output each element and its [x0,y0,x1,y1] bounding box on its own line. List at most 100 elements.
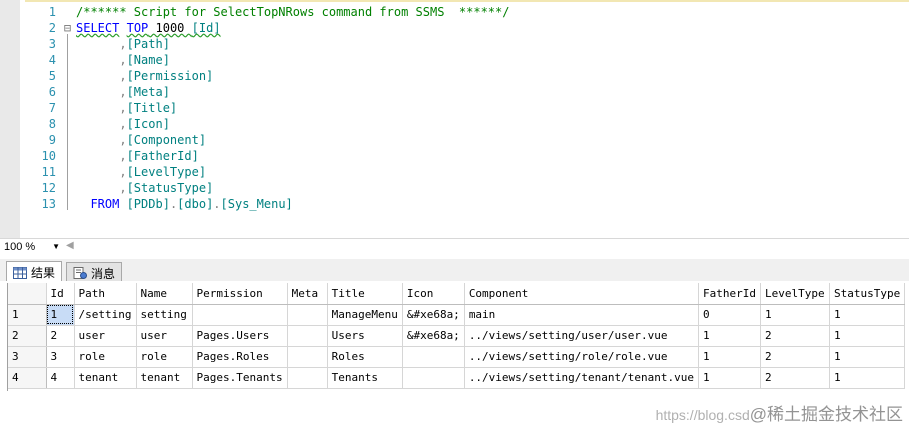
code-text: ,[Icon] [76,116,170,132]
grid-cell[interactable]: &#xe68a; [402,325,465,347]
grid-cell[interactable]: ../views/setting/role/role.vue [464,346,699,368]
tab-results-label: 结果 [31,266,56,280]
grid-cell[interactable]: ManageMenu [327,304,403,326]
chevron-down-icon[interactable]: ▼ [52,240,60,254]
code-line[interactable]: 6 ,[Meta] [0,84,909,100]
grid-cell[interactable]: 2 [760,325,830,347]
column-header[interactable]: LevelType [760,283,830,305]
grid-cell[interactable]: 1 [829,367,906,389]
code-token: [StatusType] [126,181,214,195]
code-line[interactable]: 10 ,[FatherId] [0,148,909,164]
grid-cell[interactable]: 1 [698,325,761,347]
grid-cell[interactable]: user [136,325,193,347]
code-text: ,[Title] [76,100,177,116]
code-token: , [76,101,127,115]
grid-cell[interactable]: Tenants [327,367,403,389]
code-token: , [76,69,127,83]
grid-cell[interactable]: 2 [760,367,830,389]
watermark-url: https://blog.csd [655,407,750,423]
grid-cell[interactable]: setting [136,304,193,326]
grid-cell[interactable]: /setting [74,304,137,326]
column-header[interactable]: Component [464,283,699,305]
code-line[interactable]: 3 ,[Path] [0,36,909,52]
grid-cell[interactable]: tenant [136,367,193,389]
grid-cell[interactable] [402,346,465,368]
results-grid[interactable]: Id Path Name Permission Meta Title Icon Compone… [7,283,909,391]
collapse-toggle-icon[interactable]: ⊟ [62,20,73,36]
grid-cell[interactable]: user [74,325,137,347]
grid-cell[interactable]: 1 [829,304,906,326]
code-token: , [76,85,127,99]
table-row[interactable]: 1 1/setting setting ManageMenu &#xe68a; main 0… [8,304,906,326]
code-line[interactable]: 5 ,[Permission] [0,68,909,84]
zoom-dropdown[interactable]: 100 % ▼ [4,240,62,254]
grid-cell[interactable]: main [464,304,699,326]
grid-cell[interactable]: Users [327,325,403,347]
grid-cell[interactable]: 4 [46,367,75,389]
code-line[interactable]: 7 ,[Title] [0,100,909,116]
sql-editor[interactable]: 1 /****** Script for SelectTopNRows comma… [0,0,909,238]
code-line[interactable]: 1 /****** Script for SelectTopNRows comma… [0,4,909,20]
column-header[interactable]: Permission [192,283,288,305]
table-row[interactable]: 3 3 role role Pages.Roles Roles ../views/setti… [8,346,906,368]
grid-cell[interactable]: &#xe68a; [402,304,465,326]
line-number: 5 [48,69,56,83]
code-line[interactable]: 8 ,[Icon] [0,116,909,132]
grid-cell[interactable]: 1 [46,304,75,326]
column-header[interactable]: Path [74,283,137,305]
code-line[interactable]: 4 ,[Name] [0,52,909,68]
grid-cell[interactable]: 1 [760,304,830,326]
tab-messages[interactable]: 消息 [66,262,123,281]
row-number[interactable]: 1 [8,304,47,326]
grid-cell[interactable]: 2 [760,346,830,368]
code-token: [Title] [126,101,178,115]
column-header[interactable]: FatherId [698,283,761,305]
grid-cell[interactable] [192,304,288,326]
grid-cell[interactable]: Pages.Roles [192,346,288,368]
line-number: 9 [48,133,56,147]
grid-cell[interactable]: 2 [46,325,75,347]
code-token: [Path] [126,37,170,51]
grid-cell[interactable]: tenant [74,367,137,389]
grid-cell[interactable] [402,367,465,389]
code-line[interactable]: 12 ,[StatusType] [0,180,909,196]
code-line[interactable]: 11 ,[LevelType] [0,164,909,180]
row-number[interactable]: 3 [8,346,47,368]
grid-cell[interactable] [287,367,328,389]
grid-body: 1 1/setting setting ManageMenu &#xe68a; main 0… [8,304,906,389]
code-line[interactable]: 13 FROM [PDDb].[dbo].[Sys_Menu] [0,196,909,212]
table-row[interactable]: 2 2 user user Pages.Users Users &#xe68a; ../vie… [8,325,906,347]
column-header[interactable]: Meta [287,283,328,305]
scroll-left-icon[interactable]: ◀ [66,240,74,251]
row-number[interactable]: 2 [8,325,47,347]
column-header[interactable]: Name [136,283,193,305]
grid-cell[interactable]: Pages.Tenants [192,367,288,389]
grid-cell[interactable]: 1 [829,325,906,347]
tab-results[interactable]: 结果 [6,261,63,281]
grid-cell[interactable]: Roles [327,346,403,368]
table-row[interactable]: 4 4 tenant tenant Pages.Tenants Tenants ../vie… [8,367,906,389]
grid-cell[interactable]: role [136,346,193,368]
code-line[interactable]: 2 ⊟ SELECT TOP 1000 [Id] [0,20,909,36]
line-number: 2 [48,21,56,35]
code-line[interactable]: 9 ,[Component] [0,132,909,148]
column-header[interactable]: Id [46,283,75,305]
grid-cell[interactable]: ../views/setting/user/user.vue [464,325,699,347]
grid-cell[interactable] [287,304,328,326]
row-number[interactable]: 4 [8,367,47,389]
grid-cell[interactable]: 1 [829,346,906,368]
grid-cell[interactable]: ../views/setting/tenant/tenant.vue [464,367,699,389]
grid-cell[interactable]: 1 [698,346,761,368]
grid-cell[interactable]: 3 [46,346,75,368]
grid-cell[interactable]: role [74,346,137,368]
grid-cell[interactable] [287,325,328,347]
editor-top-border [0,0,909,2]
grid-cell[interactable] [287,346,328,368]
column-header[interactable]: Icon [402,283,465,305]
grid-cell[interactable]: 1 [698,367,761,389]
grid-cell[interactable]: 0 [698,304,761,326]
column-header[interactable]: StatusType [829,283,906,305]
grid-corner[interactable] [8,283,47,305]
grid-cell[interactable]: Pages.Users [192,325,288,347]
column-header[interactable]: Title [327,283,403,305]
